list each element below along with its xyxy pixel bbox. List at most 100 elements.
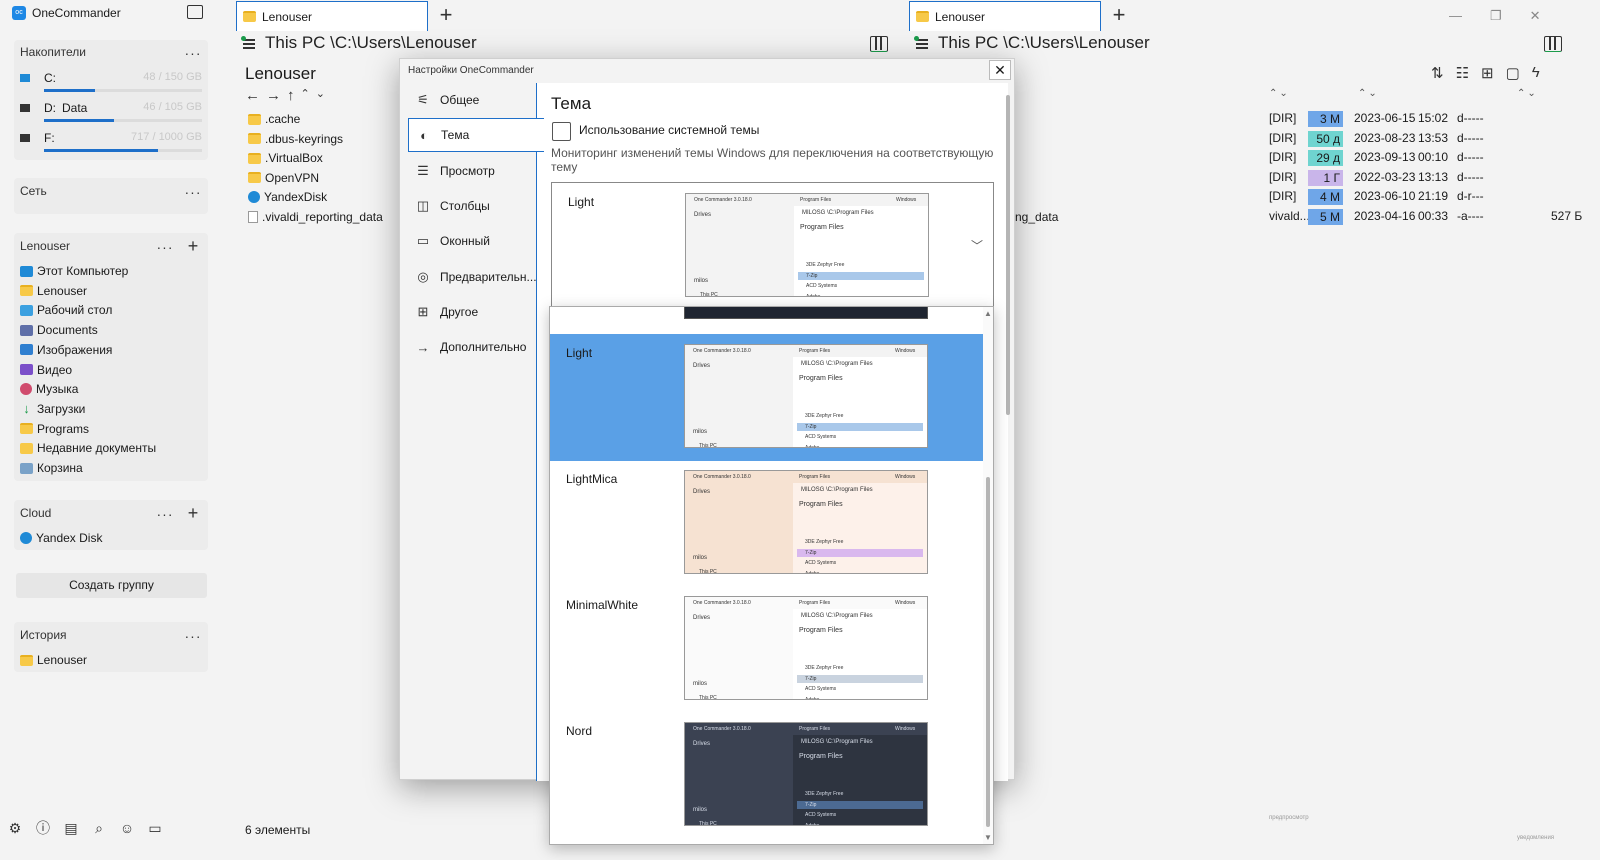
sidebar-item[interactable]: Недавние документы <box>20 439 156 457</box>
drive-item[interactable]: F: 717 / 1000 GB <box>20 131 202 159</box>
cloud-add-button[interactable]: + <box>182 503 204 525</box>
file-list-item[interactable]: .vivaldi_reporting_data <box>248 208 383 226</box>
restore-icon[interactable]: ❐ <box>1490 8 1502 24</box>
favorites-more-button[interactable]: ··· <box>152 240 178 260</box>
drive-item[interactable]: C: 48 / 150 GB <box>20 71 202 99</box>
nav-item-label: Просмотр <box>440 163 495 178</box>
columns-view-icon[interactable] <box>1544 36 1562 52</box>
sidebar-item[interactable]: Programs <box>20 420 89 438</box>
back-arrow-icon[interactable]: ← <box>245 87 260 104</box>
nav-item-1[interactable]: ⚟ Общее <box>408 83 538 117</box>
dialog-scrollbar-thumb[interactable] <box>1006 95 1010 415</box>
nav-item-2[interactable]: ◐ Тема <box>408 118 544 153</box>
network-more-button[interactable]: ··· <box>180 185 206 205</box>
system-theme-checkbox[interactable] <box>552 122 571 141</box>
settings-gear-icon[interactable]: ⚙ <box>6 819 24 837</box>
address-menu-icon[interactable] <box>241 36 257 50</box>
table-row[interactable]: [DIR] 50 д 2023-08-23 13:53 d----- <box>1269 130 1589 148</box>
scroll-down-icon[interactable]: ▼ <box>983 833 993 842</box>
nav-item-6[interactable]: ◎ Предварительн... <box>408 260 538 294</box>
dialog-scrollbar[interactable] <box>1004 83 1012 781</box>
sort-arrows-icon[interactable]: ⌃⌄ <box>1517 88 1538 99</box>
sidebar-item[interactable]: Yandex Disk <box>20 529 102 547</box>
create-group-button[interactable]: Создать группу <box>16 573 207 598</box>
nav-item-3[interactable]: ☰ Просмотр <box>408 154 538 188</box>
new-window-icon[interactable] <box>187 5 203 19</box>
sort-icon[interactable]: ⇅ <box>1431 64 1444 82</box>
notifications-hint[interactable]: уведомления <box>1517 835 1554 841</box>
theme-list-item[interactable]: Light One Commander 3.0.18.0 Program Files… <box>550 334 985 461</box>
sort-up-icon[interactable]: ⌃ <box>301 87 310 104</box>
file-list-item[interactable]: .VirtualBox <box>248 149 323 167</box>
cell-ext: [DIR] <box>1269 150 1297 165</box>
up-arrow-icon[interactable]: ↑ <box>287 87 295 104</box>
theme-list-item[interactable]: Nord One Commander 3.0.18.0 Program Files W… <box>550 712 985 839</box>
nav-item-8[interactable]: → Дополнительно <box>408 330 538 364</box>
drives-more-button[interactable]: ··· <box>180 46 206 66</box>
right-new-tab-button[interactable]: + <box>1107 4 1131 26</box>
right-address-bar[interactable]: This PC \C:\Users\Lenouser <box>914 33 1150 53</box>
preview-hint[interactable]: предпросмотр <box>1269 815 1309 821</box>
sort-arrows-icon[interactable]: ⌃⌄ <box>1269 88 1290 99</box>
file-list-item[interactable]: OpenVPN <box>248 169 319 187</box>
right-tab[interactable]: Lenouser <box>909 1 1101 31</box>
thumbnail-drives: Drives <box>693 489 711 495</box>
details-view-icon[interactable]: ☷ <box>1456 64 1469 82</box>
file-list-item[interactable]: YandexDisk <box>248 188 327 206</box>
scroll-up-icon[interactable]: ▲ <box>983 309 993 318</box>
folder-icon <box>248 152 261 164</box>
nav-item-5[interactable]: ▭ Оконный <box>408 224 538 258</box>
sort-arrows-icon[interactable]: ⌃⌄ <box>1358 88 1379 99</box>
left-tab[interactable]: Lenouser <box>236 1 428 31</box>
forward-arrow-icon[interactable]: → <box>266 87 281 104</box>
sidebar-item[interactable]: Lenouser <box>20 651 87 669</box>
table-row[interactable]: vivald... 5 M 2023-04-16 00:33 -a---- 527 Б <box>1269 208 1589 226</box>
clipboard-icon[interactable]: ▢ <box>1506 64 1520 82</box>
sidebar-item[interactable]: Этот Компьютер <box>20 262 128 280</box>
sidebar-item[interactable]: Изображения <box>20 341 112 359</box>
nav-item-label: Тема <box>441 128 470 143</box>
dropdown-scrollbar[interactable]: ▲ ▼ <box>983 307 993 844</box>
sidebar-item[interactable]: Корзина <box>20 459 83 477</box>
dropdown-scrollbar-thumb[interactable] <box>986 477 990 827</box>
list-icon: ☰ <box>417 162 429 178</box>
left-new-tab-button[interactable]: + <box>434 4 458 26</box>
drive-item[interactable]: D: Data 46 / 105 GB <box>20 101 202 129</box>
sidebar-item[interactable]: ↓ Загрузки <box>20 400 85 418</box>
sidebar-item[interactable]: Видео <box>20 361 72 379</box>
table-row[interactable]: [DIR] 1 Г 2022-03-23 13:13 d----- <box>1269 169 1589 187</box>
table-row[interactable]: [DIR] 29 д 2023-09-13 00:10 d----- <box>1269 149 1589 167</box>
minimize-icon[interactable]: — <box>1449 8 1462 24</box>
left-address-bar[interactable]: This PC \C:\Users\Lenouser <box>241 33 477 53</box>
folder-tree-icon[interactable]: ▤ <box>62 819 80 837</box>
file-list-item[interactable]: .dbus-keyrings <box>248 130 343 148</box>
columns-view-icon[interactable] <box>870 36 888 52</box>
nav-item-7[interactable]: ⊞ Другое <box>408 295 538 329</box>
sidebar-item[interactable]: Lenouser <box>20 282 87 300</box>
sidebar-item[interactable]: Рабочий стол <box>20 301 112 319</box>
theme-list-item[interactable]: MinimalWhite One Commander 3.0.18.0 Progra… <box>550 586 985 713</box>
info-icon[interactable]: ⓘ <box>34 819 52 837</box>
user-icon[interactable]: ☺ <box>118 819 136 837</box>
window-icon[interactable]: ▭ <box>146 819 164 837</box>
sidebar-item[interactable]: Documents <box>20 321 98 339</box>
address-menu-icon[interactable] <box>914 36 930 50</box>
cloud-more-button[interactable]: ··· <box>152 507 178 527</box>
sidebar-item[interactable]: Музыка <box>20 380 78 398</box>
theme-list-item[interactable]: LightMica One Commander 3.0.18.0 Program F… <box>550 460 985 587</box>
history-more-button[interactable]: ··· <box>180 629 206 649</box>
close-window-icon[interactable]: ✕ <box>1530 8 1541 24</box>
table-row[interactable]: [DIR] 4 M 2023-06-10 21:19 d-r--- <box>1269 188 1589 206</box>
nav-item-4[interactable]: ◫ Столбцы <box>408 189 538 223</box>
list-item-partial[interactable] <box>550 307 985 321</box>
add-column-icon[interactable]: ⊞ <box>1481 64 1494 82</box>
chevron-down-icon[interactable]: ﹀ <box>971 237 983 254</box>
favorites-add-button[interactable]: + <box>182 236 204 258</box>
dialog-close-button[interactable]: ✕ <box>989 60 1011 80</box>
search-icon[interactable]: ⌕ <box>90 819 108 837</box>
lightning-icon[interactable]: ϟ <box>1532 64 1540 82</box>
theme-select[interactable]: Light One Commander 3.0.18.0 Program File… <box>551 182 994 314</box>
table-row[interactable]: [DIR] 3 M 2023-06-15 15:02 d----- <box>1269 110 1589 128</box>
sort-down-icon[interactable]: ⌄ <box>316 87 325 104</box>
file-list-item[interactable]: .cache <box>248 110 300 128</box>
